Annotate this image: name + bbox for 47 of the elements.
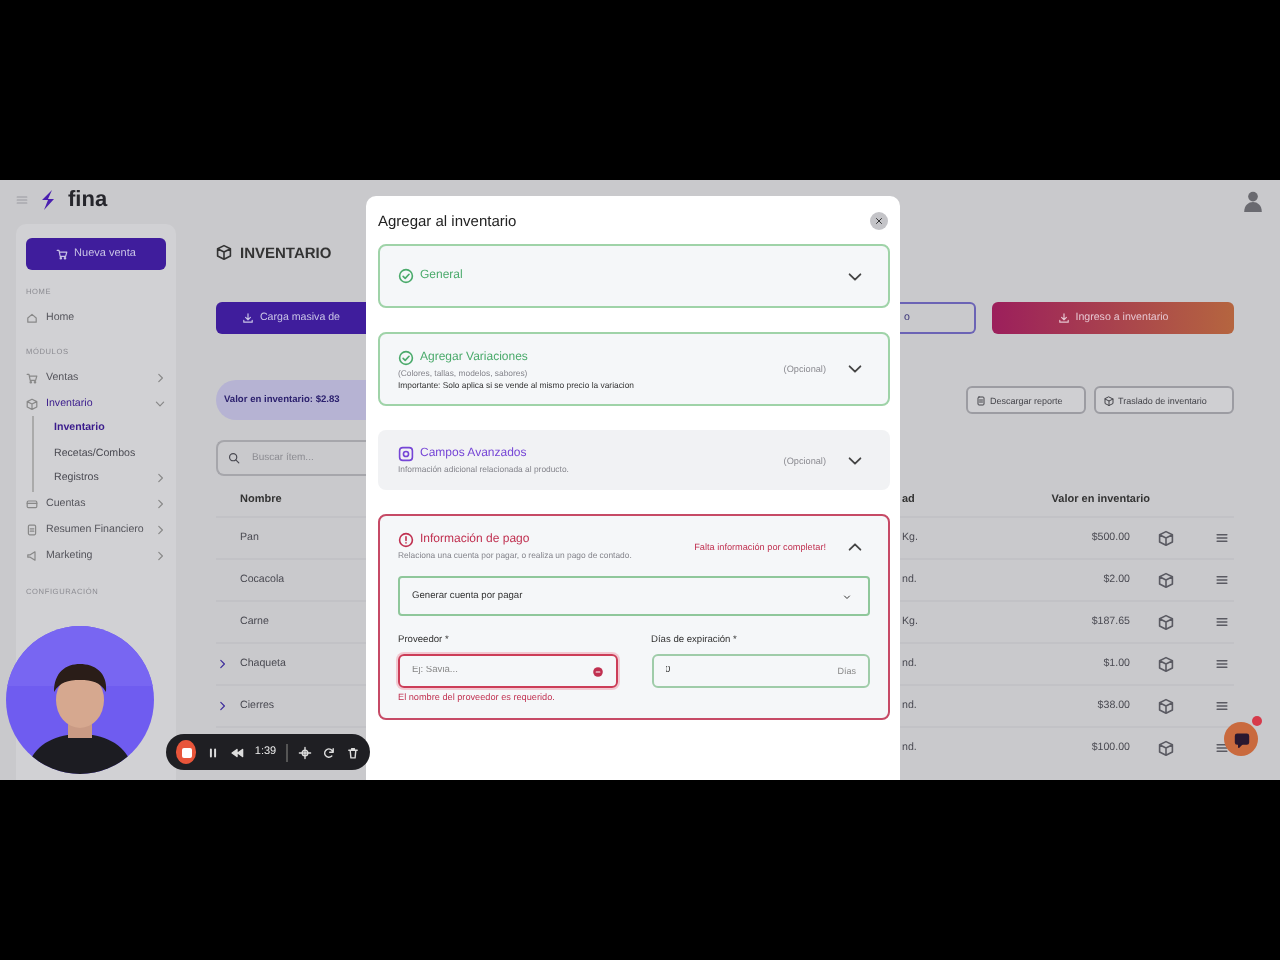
close-icon bbox=[874, 215, 884, 225]
home-icon bbox=[26, 311, 38, 323]
clear-icon bbox=[591, 665, 603, 677]
logo-text: fina bbox=[68, 188, 108, 212]
box-icon[interactable] bbox=[1158, 698, 1174, 714]
trash-icon bbox=[346, 745, 360, 759]
box-icon bbox=[1104, 395, 1114, 405]
report-icon bbox=[976, 395, 986, 405]
box-icon[interactable] bbox=[1158, 530, 1174, 546]
menu-icon[interactable] bbox=[1214, 698, 1230, 714]
download-icon bbox=[241, 312, 254, 324]
check-circle-icon bbox=[398, 268, 414, 284]
cart-icon bbox=[26, 371, 38, 383]
logo-icon bbox=[40, 190, 56, 210]
megaphone-icon bbox=[26, 550, 38, 562]
notification-dot bbox=[1252, 716, 1262, 726]
menu-icon[interactable] bbox=[1214, 656, 1230, 672]
menu-icon[interactable] bbox=[1214, 530, 1230, 546]
report-icon bbox=[26, 524, 38, 536]
undo-icon bbox=[322, 745, 336, 759]
box-icon[interactable] bbox=[1158, 614, 1174, 630]
box-icon[interactable] bbox=[1158, 572, 1174, 588]
cart-icon bbox=[56, 248, 69, 260]
move-icon bbox=[298, 745, 312, 759]
close-button[interactable] bbox=[870, 211, 888, 229]
menu-icon[interactable] bbox=[1214, 572, 1230, 588]
menu-icon[interactable] bbox=[1214, 614, 1230, 630]
alert-icon bbox=[398, 532, 414, 548]
pause-icon[interactable] bbox=[206, 745, 221, 759]
search-icon bbox=[228, 452, 240, 464]
box-icon[interactable] bbox=[1158, 656, 1174, 672]
stop-button[interactable] bbox=[176, 740, 197, 764]
accordion-section[interactable] bbox=[378, 514, 890, 720]
check-circle-icon bbox=[398, 349, 414, 365]
box-icon bbox=[26, 397, 38, 409]
download-icon bbox=[1057, 312, 1070, 324]
box-icon[interactable] bbox=[1158, 740, 1174, 756]
chat-icon bbox=[1233, 731, 1249, 747]
wallet-icon bbox=[26, 498, 38, 510]
menu-icon bbox=[16, 194, 28, 206]
box-icon bbox=[216, 244, 232, 260]
user-icon[interactable] bbox=[1242, 189, 1264, 211]
gear-icon bbox=[398, 446, 414, 462]
caret-icon bbox=[842, 591, 852, 601]
chat-button[interactable] bbox=[1224, 722, 1258, 756]
rewind-icon bbox=[230, 745, 245, 759]
menu-icon[interactable] bbox=[1214, 740, 1230, 756]
